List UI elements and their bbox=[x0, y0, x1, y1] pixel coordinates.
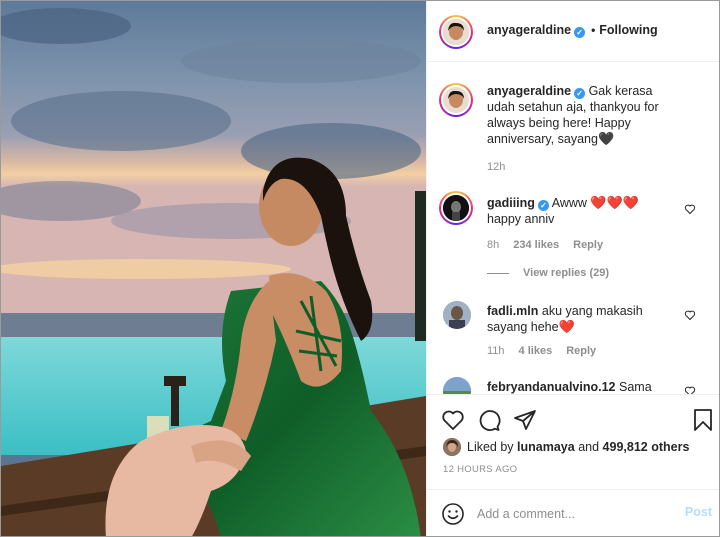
comment-avatar-ring[interactable] bbox=[439, 191, 473, 225]
post-photo[interactable] bbox=[1, 1, 426, 536]
add-comment-bar: Post bbox=[427, 489, 719, 536]
heart-icon[interactable] bbox=[684, 203, 696, 215]
reply-button[interactable]: Reply bbox=[573, 239, 603, 251]
comment-username[interactable]: gadiiing bbox=[487, 196, 535, 210]
post-comment-button[interactable]: Post bbox=[685, 505, 712, 519]
liked-by-connector: and bbox=[578, 440, 600, 454]
comment-text: gadiiing ✓ Awww ❤️❤️❤️ happy anniv bbox=[487, 195, 682, 227]
caption-username[interactable]: anyageraldine bbox=[487, 84, 571, 98]
caption-age: 12h bbox=[487, 161, 506, 173]
comment-likes[interactable]: 4 likes bbox=[519, 345, 553, 357]
comment-meta: 11h 4 likes Reply bbox=[487, 345, 610, 357]
comment-body: Awww bbox=[551, 196, 587, 210]
caption-meta: 12h bbox=[487, 161, 519, 173]
red-heart-emoji: ❤️ bbox=[558, 319, 575, 334]
post-header: anyageraldine ✓ • Following bbox=[427, 1, 719, 62]
comment-age: 8h bbox=[487, 239, 500, 251]
author-avatar bbox=[443, 19, 469, 45]
liked-by-text: Liked by lunamaya and 499,812 others bbox=[467, 440, 689, 454]
comment-text: fadli.mln aku yang makasih sayang hehe❤️ bbox=[487, 303, 682, 335]
share-icon[interactable] bbox=[513, 408, 537, 432]
view-replies-button[interactable]: View replies (29) bbox=[487, 267, 609, 279]
verified-icon: ✓ bbox=[574, 27, 586, 38]
post-side-panel: anyageraldine ✓ • Following anyageraldine ✓ … bbox=[426, 1, 719, 536]
verified-icon: ✓ bbox=[537, 200, 549, 211]
comments-list[interactable]: anyageraldine ✓ Gak kerasa udah setahun a… bbox=[427, 63, 719, 394]
black-heart-emoji: 🖤 bbox=[597, 131, 615, 146]
instagram-post-window: anyageraldine ✓ • Following anyageraldine ✓ … bbox=[0, 0, 720, 537]
author-avatar-ring[interactable] bbox=[439, 15, 473, 49]
comment-text: febryandanualvino.12 Sama bbox=[487, 379, 697, 394]
separator-dot: • bbox=[591, 23, 596, 37]
smile-icon[interactable] bbox=[441, 502, 465, 526]
comment-avatar bbox=[443, 195, 469, 221]
comment-likes[interactable]: 234 likes bbox=[513, 239, 559, 251]
author-username[interactable]: anyageraldine bbox=[487, 23, 571, 37]
red-hearts-emoji: ❤️❤️❤️ bbox=[590, 195, 639, 210]
reply-button[interactable]: Reply bbox=[566, 345, 596, 357]
comment-avatar[interactable] bbox=[443, 301, 471, 329]
liked-by-user[interactable]: lunamaya bbox=[517, 440, 575, 454]
caption-text: anyageraldine ✓ Gak kerasa udah setahun a… bbox=[487, 83, 682, 147]
post-header-text: anyageraldine ✓ • Following bbox=[487, 23, 658, 38]
comment-icon[interactable] bbox=[477, 408, 501, 432]
comment-body-line2: happy anniv bbox=[487, 212, 555, 226]
post-image bbox=[1, 1, 426, 536]
comment-avatar[interactable] bbox=[443, 377, 471, 394]
bookmark-icon[interactable] bbox=[691, 408, 715, 432]
liked-by-avatar[interactable] bbox=[443, 438, 461, 456]
add-comment-input[interactable] bbox=[477, 504, 667, 524]
comment-username[interactable]: febryandanualvino.12 bbox=[487, 380, 616, 394]
heart-icon[interactable] bbox=[441, 408, 465, 432]
comment-username[interactable]: fadli.mln bbox=[487, 304, 538, 318]
heart-icon[interactable] bbox=[684, 385, 696, 394]
caption-avatar-ring[interactable] bbox=[439, 83, 473, 117]
following-button[interactable]: Following bbox=[599, 23, 657, 37]
replies-divider bbox=[487, 272, 509, 274]
liked-by-others[interactable]: 499,812 others bbox=[603, 440, 690, 454]
comment-body: Sama bbox=[619, 380, 652, 394]
post-timestamp[interactable]: 12 HOURS AGO bbox=[443, 464, 517, 475]
heart-icon[interactable] bbox=[684, 309, 696, 321]
verified-icon: ✓ bbox=[574, 88, 586, 99]
comment-meta: 8h 234 likes Reply bbox=[487, 239, 617, 251]
comment-age: 11h bbox=[487, 345, 505, 357]
caption-avatar bbox=[443, 87, 469, 113]
view-replies-label: View replies (29) bbox=[523, 267, 610, 279]
liked-by-prefix: Liked by bbox=[467, 440, 514, 454]
